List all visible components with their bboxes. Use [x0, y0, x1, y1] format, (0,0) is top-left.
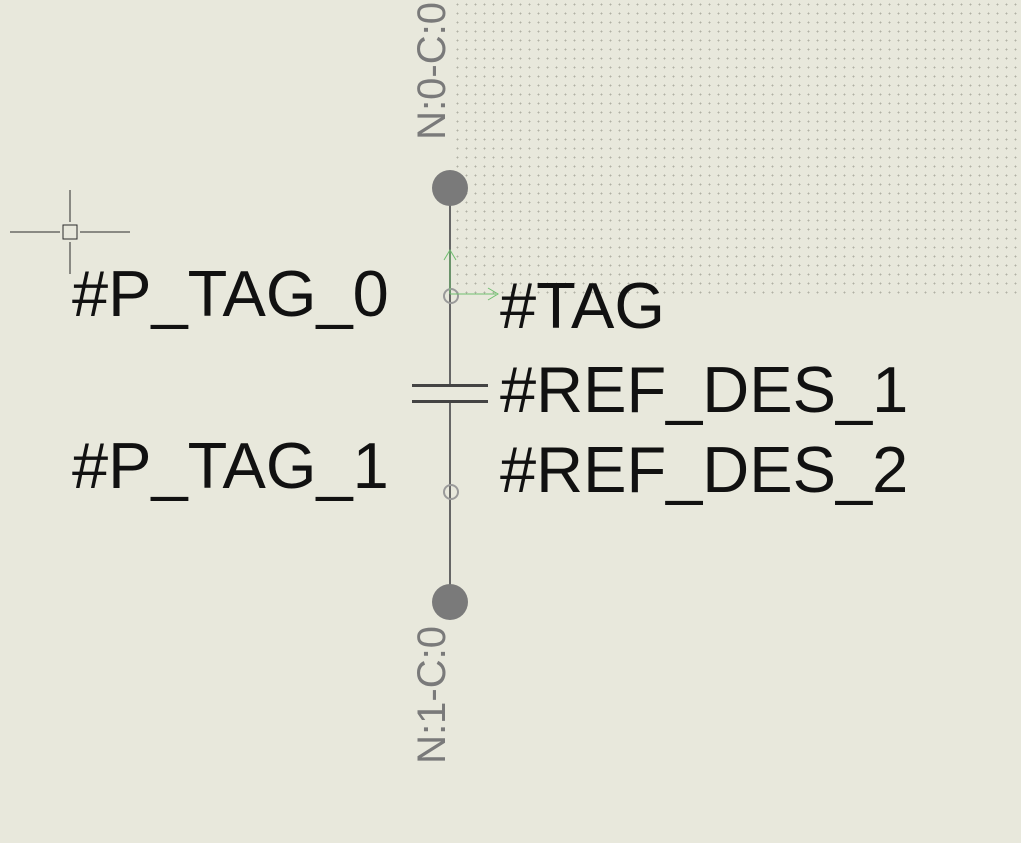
wire-bottom[interactable] [449, 402, 451, 602]
pin-node-top[interactable] [432, 170, 468, 206]
schematic-canvas[interactable]: N:0-C:0 N:1-C:0 #P_TAG_0 #P_TAG_1 #TAG #… [0, 0, 1021, 843]
label-ref-des-1[interactable]: #REF_DES_1 [500, 352, 908, 427]
label-p-tag-1[interactable]: #P_TAG_1 [72, 428, 389, 503]
junction-lower [443, 484, 459, 500]
dot-grid [453, 0, 1021, 300]
cap-plate-bottom [412, 400, 488, 403]
net-label-top[interactable]: N:0-C:0 [410, 2, 455, 140]
label-tag[interactable]: #TAG [500, 268, 665, 343]
label-p-tag-0[interactable]: #P_TAG_0 [72, 256, 389, 331]
label-ref-des-2[interactable]: #REF_DES_2 [500, 432, 908, 507]
pin-node-bottom[interactable] [432, 584, 468, 620]
cap-plate-top [412, 384, 488, 387]
net-label-bottom[interactable]: N:1-C:0 [410, 626, 455, 764]
